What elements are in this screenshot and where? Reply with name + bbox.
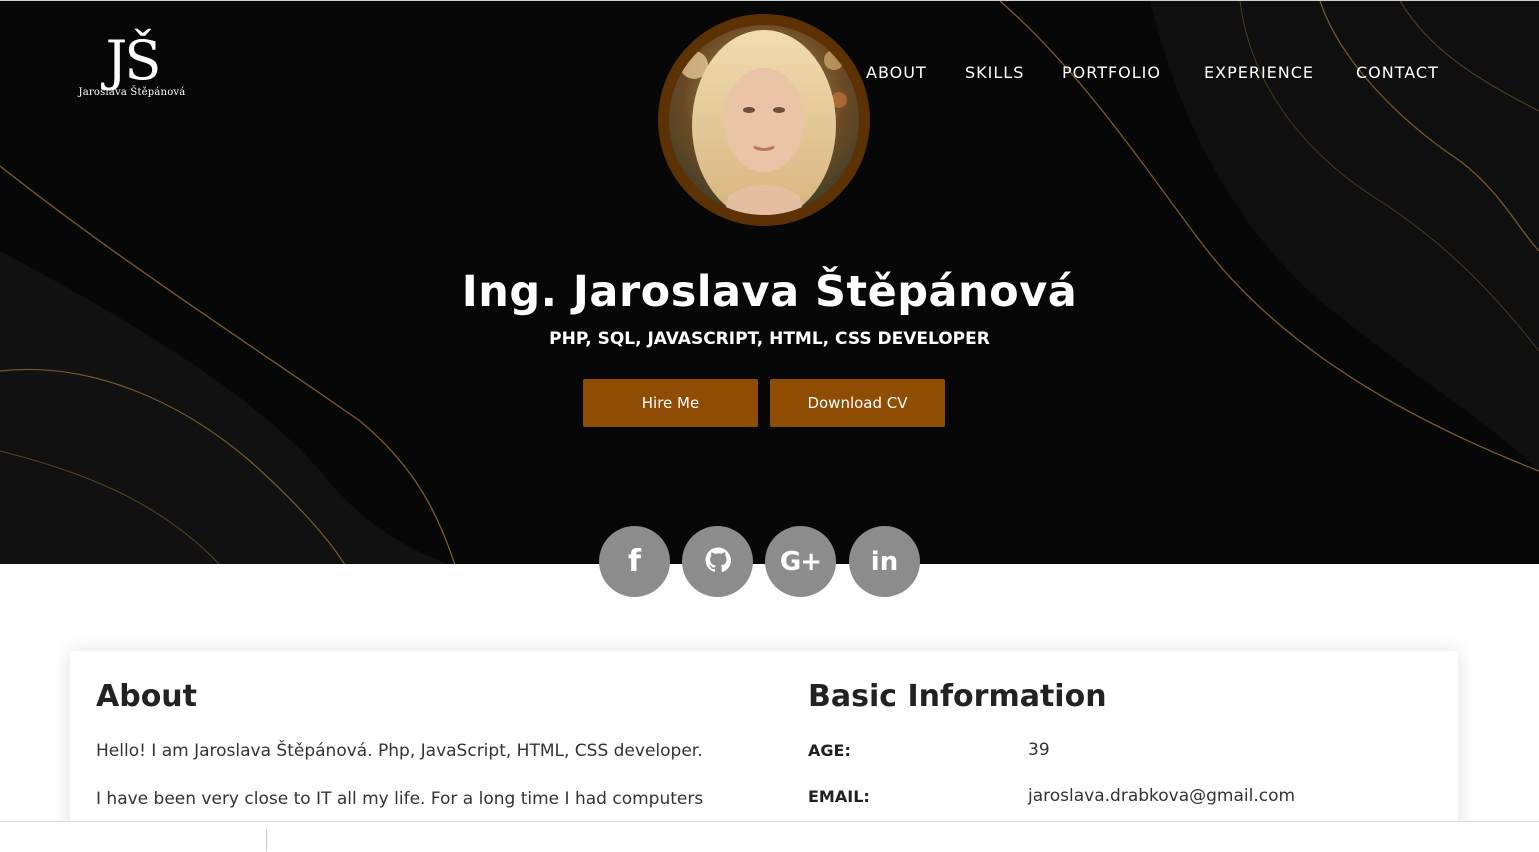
nav-item-portfolio[interactable]: PORTFOLIO xyxy=(1062,63,1161,82)
email-value[interactable]: jaroslava.drabkova@gmail.com xyxy=(1028,786,1295,806)
email-label: EMAIL: xyxy=(808,787,870,806)
basic-info-heading: Basic Information xyxy=(808,679,1107,714)
hire-me-button[interactable]: Hire Me xyxy=(583,379,758,427)
hero-name: Ing. Jaroslava Štěpánová xyxy=(461,267,1078,317)
browser-bottom-bar xyxy=(0,821,1539,852)
facebook-icon: f xyxy=(627,544,642,579)
avatar-photo xyxy=(669,25,859,215)
nav-item-contact[interactable]: CONTACT xyxy=(1356,63,1439,82)
google-plus-icon: G+ xyxy=(779,546,822,577)
hero-subtitle: PHP, SQL, JAVASCRIPT, HTML, CSS DEVELOPE… xyxy=(549,329,990,349)
bottom-bar-divider xyxy=(266,829,267,851)
download-cv-button[interactable]: Download CV xyxy=(770,379,945,427)
github-icon xyxy=(705,547,731,577)
logo-name: Jaroslava Štěpánová xyxy=(78,87,186,98)
nav-item-about[interactable]: ABOUT xyxy=(866,63,927,82)
google-plus-button[interactable]: G+ xyxy=(765,526,836,597)
age-value: 39 xyxy=(1028,740,1050,760)
profile-avatar xyxy=(658,14,870,226)
about-paragraph-1: Hello! I am Jaroslava Štěpánová. Php, Ja… xyxy=(96,741,703,761)
github-button[interactable] xyxy=(682,526,753,597)
nav-item-skills[interactable]: SKILLS xyxy=(965,63,1024,82)
hero-section: JŠ Jaroslava Štěpánová ABOUT SKILLS PORT… xyxy=(0,0,1539,564)
about-paragraph-2: I have been very close to IT all my life… xyxy=(96,789,704,809)
linkedin-button[interactable]: in xyxy=(849,526,920,597)
facebook-button[interactable]: f xyxy=(599,526,670,597)
age-label: AGE: xyxy=(808,741,851,760)
nav-item-experience[interactable]: EXPERIENCE xyxy=(1204,63,1314,82)
about-heading: About xyxy=(96,679,198,714)
linkedin-icon: in xyxy=(870,546,899,577)
